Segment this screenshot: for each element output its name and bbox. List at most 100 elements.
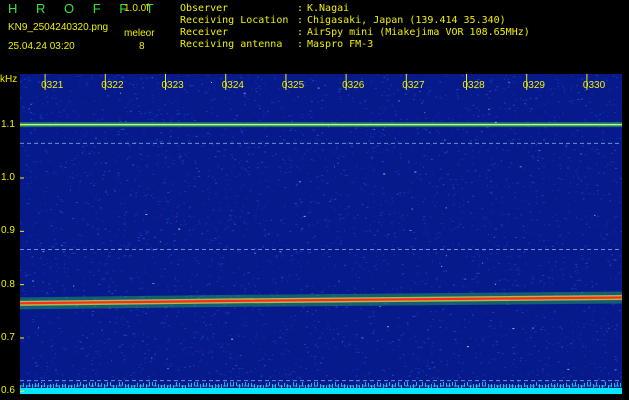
baseline-spike	[533, 384, 534, 388]
baseline-spike	[410, 385, 411, 389]
baseline-spike	[137, 383, 138, 387]
baseline-spike	[293, 382, 294, 386]
baseline-spike	[236, 382, 237, 386]
baseline-spike	[254, 384, 255, 388]
baseline-spike	[446, 383, 447, 387]
baseline-spike	[434, 383, 435, 387]
baseline-spike	[413, 384, 414, 388]
baseline-spike	[95, 382, 96, 386]
baseline-spike	[230, 382, 231, 386]
baseline-spike	[467, 382, 468, 386]
baseline-spike	[614, 383, 615, 387]
baseline-spike	[92, 383, 93, 387]
file-name: KN9_2504240320.png	[8, 22, 109, 33]
x-tick-label: 0325	[281, 80, 305, 91]
baseline-spike	[437, 385, 438, 389]
baseline-spike	[269, 382, 270, 386]
baseline-spike	[440, 383, 441, 387]
baseline-spike	[368, 383, 369, 387]
baseline-spike	[203, 383, 204, 387]
baseline-spike	[353, 385, 354, 389]
baseline-spike	[563, 384, 564, 388]
baseline-spike	[515, 385, 516, 389]
baseline-spike	[104, 384, 105, 388]
header-panel: H R O F F T 1.0.0f KN9_2504240320.png me…	[0, 0, 629, 72]
baseline-spike	[200, 384, 201, 388]
baseline-spike	[128, 384, 129, 388]
baseline-spike	[380, 383, 381, 387]
baseline-spike	[341, 383, 342, 387]
baseline-spike	[458, 385, 459, 389]
info-key: Observer	[180, 3, 229, 14]
baseline-spike	[248, 383, 249, 387]
baseline-spike	[89, 382, 90, 386]
baseline-spike	[542, 385, 543, 389]
baseline-spike	[317, 382, 318, 386]
baseline-spike	[206, 383, 207, 387]
baseline-spike	[59, 385, 60, 389]
baseline-spike	[473, 384, 474, 388]
baseline-spike	[566, 383, 567, 387]
right-frame	[622, 72, 629, 400]
baseline-spike	[497, 385, 498, 389]
mode-label: meleor	[124, 28, 155, 39]
baseline-spike	[38, 383, 39, 387]
baseline-spike	[185, 385, 186, 389]
y-tick-label: 0.7	[1, 332, 15, 343]
baseline-spike	[296, 383, 297, 387]
baseline-spike	[347, 385, 348, 389]
baseline-spike	[338, 384, 339, 388]
baseline-spike	[509, 384, 510, 388]
baseline-spike	[56, 383, 57, 387]
baseline-spike	[299, 385, 300, 389]
baseline-spike	[62, 384, 63, 388]
baseline-spike	[263, 385, 264, 389]
x-tick-label: 0321	[41, 80, 64, 91]
baseline-spike	[512, 384, 513, 388]
info-value: Chigasaki, Japan (139.414 35.340)	[307, 15, 506, 26]
baseline-spike	[374, 384, 375, 388]
baseline-spike	[47, 385, 48, 389]
baseline-spike	[257, 385, 258, 389]
baseline-spike	[74, 384, 75, 388]
mode-value: 8	[139, 41, 145, 52]
baseline-spike	[149, 382, 150, 386]
baseline-spike	[491, 384, 492, 388]
y-tick-label: 0.6	[1, 385, 15, 397]
baseline-spike	[197, 382, 198, 386]
info-key: Receiving Location	[180, 15, 289, 26]
baseline-spike	[431, 384, 432, 388]
baseline-spike	[122, 382, 123, 386]
baseline-spike	[488, 384, 489, 388]
baseline-spike	[470, 385, 471, 389]
baseline-spike	[35, 383, 36, 387]
baseline-spike	[287, 384, 288, 388]
baseline-spike	[134, 385, 135, 389]
baseline-spike	[284, 383, 285, 387]
baseline-spike	[20, 385, 21, 389]
x-tick-label: 0327	[402, 80, 425, 91]
baseline-spike	[53, 384, 54, 388]
baseline-spike	[101, 383, 102, 387]
baseline-spike	[611, 383, 612, 387]
baseline-spike	[32, 384, 33, 388]
baseline-spike	[290, 385, 291, 389]
baseline-spike	[425, 383, 426, 387]
baseline-spike	[590, 382, 591, 386]
baseline-spike	[527, 385, 528, 389]
baseline-spike	[173, 385, 174, 389]
baseline-spike	[119, 382, 120, 386]
baseline-spike	[266, 383, 267, 387]
baseline-spike	[479, 383, 480, 387]
baseline-spike	[593, 384, 594, 388]
baseline-spike	[281, 385, 282, 389]
baseline-spike	[452, 382, 453, 386]
baseline-spike	[428, 385, 429, 389]
baseline-spike	[599, 385, 600, 389]
baseline-spike	[245, 382, 246, 386]
info-value: K.Nagai	[307, 3, 350, 14]
baseline-spike	[356, 384, 357, 388]
baseline-spike	[83, 384, 84, 388]
baseline-spike	[251, 383, 252, 387]
baseline-spike	[272, 384, 273, 388]
